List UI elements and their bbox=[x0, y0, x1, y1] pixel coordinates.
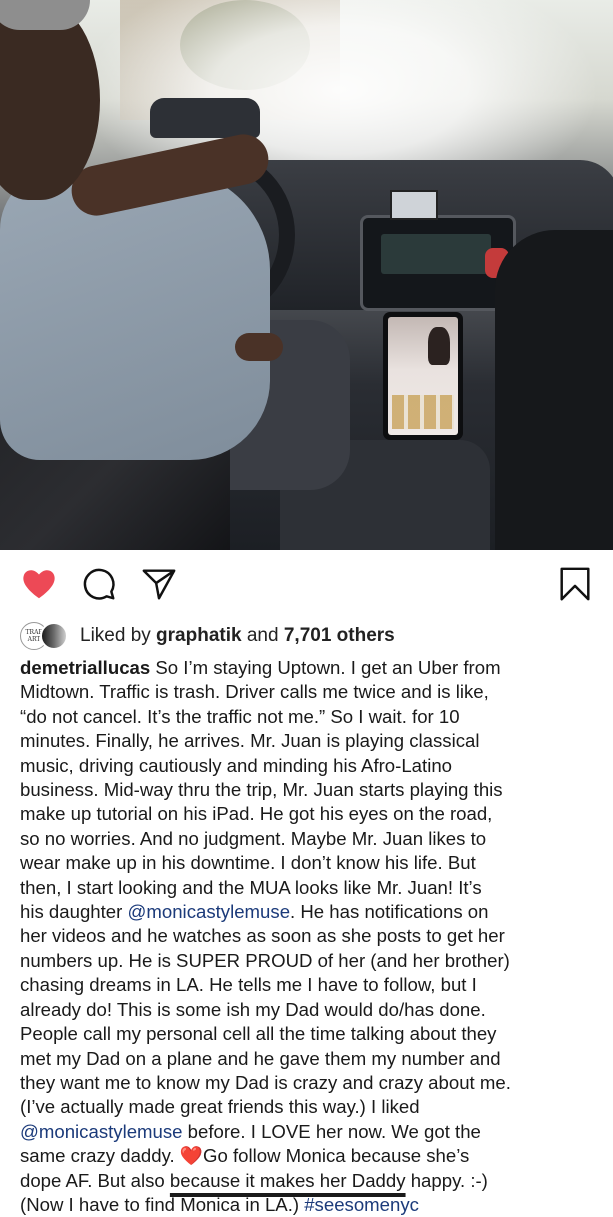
photo-driver-shirt bbox=[0, 170, 270, 460]
caption-line: make up tutorial on his iPad. He got his… bbox=[20, 803, 493, 825]
caption-text: his daughter bbox=[20, 901, 128, 923]
share-icon[interactable] bbox=[140, 565, 178, 603]
heart-icon[interactable] bbox=[20, 565, 58, 603]
caption-text: (Now I have to find bbox=[20, 1193, 181, 1215]
caption-line: numbers up. He is SUPER PROUD of her (an… bbox=[20, 949, 510, 971]
caption-line: chasing dreams in LA. He tells me I have… bbox=[20, 974, 477, 996]
caption-line: demetriallucas So I’m staying Uptown. I … bbox=[20, 656, 600, 680]
caption-line: @monicastylemuse before. I LOVE her now.… bbox=[20, 1120, 600, 1144]
underlined-text: because it makes her Daddy bbox=[169, 1169, 406, 1191]
caption-line: her videos and he watches as soon as she… bbox=[20, 925, 505, 947]
bookmark-icon[interactable] bbox=[556, 565, 594, 603]
hashtag-link[interactable]: #seesomenyc bbox=[304, 1194, 419, 1215]
post-caption: demetriallucas So I’m staying Uptown. I … bbox=[20, 656, 600, 1217]
likes-prefix: Liked by bbox=[80, 625, 157, 646]
action-bar bbox=[0, 555, 613, 615]
photo-driver-hand bbox=[235, 333, 283, 361]
likes-count[interactable]: 7,701 others bbox=[284, 625, 395, 646]
likes-row[interactable]: TRAP ART Liked by graphatik and 7,701 ot… bbox=[20, 620, 600, 652]
caption-line: minutes. Finally, he arrives. Mr. Juan i… bbox=[20, 730, 480, 752]
caption-username[interactable]: demetriallucas bbox=[20, 657, 150, 678]
caption-text: . He has notifications on bbox=[290, 901, 489, 923]
caption-text: happy. :-) bbox=[405, 1169, 488, 1191]
caption-line: (Now I have to find Monica in LA.) #sees… bbox=[20, 1193, 600, 1217]
photo-car-ahead bbox=[150, 98, 260, 138]
caption-line: dope AF. But also because it makes her D… bbox=[20, 1169, 600, 1193]
caption-line: so no worries. And no judgment. Maybe Mr… bbox=[20, 827, 487, 849]
mention-link[interactable]: @monicastylemuse bbox=[20, 1121, 183, 1142]
caption-line: business. Mid-way thru the trip, Mr. Jua… bbox=[20, 779, 503, 801]
caption-line: (I’ve actually made great friends this w… bbox=[20, 1096, 420, 1118]
caption-line: his daughter @monicastylemuse. He has no… bbox=[20, 900, 600, 924]
caption-line: same crazy daddy. ❤️Go follow Monica bec… bbox=[20, 1144, 600, 1168]
caption-line: music, driving cautiously and minding hi… bbox=[20, 754, 453, 776]
caption-text: dope AF. But also bbox=[20, 1169, 170, 1191]
photo-dash-phone bbox=[390, 190, 438, 220]
caption-text: So I’m staying Uptown. I get an Uber fro… bbox=[150, 657, 501, 678]
caption-text: before. I LOVE her now. We got the bbox=[182, 1120, 481, 1142]
avatar[interactable] bbox=[40, 622, 68, 650]
post-photo[interactable] bbox=[0, 0, 613, 550]
caption-line: wear make up in his downtime. I don’t kn… bbox=[20, 852, 476, 874]
caption-line: they want me to know my Dad is crazy and… bbox=[20, 1071, 511, 1093]
caption-line: Midtown. Traffic is trash. Driver calls … bbox=[20, 681, 489, 703]
caption-line: then, I start looking and the MUA looks … bbox=[20, 876, 482, 898]
heart-emoji: ❤️ bbox=[179, 1145, 203, 1167]
caption-text: same crazy daddy. bbox=[20, 1145, 180, 1167]
underlined-text: Monica in LA. bbox=[180, 1193, 293, 1215]
mention-link[interactable]: @monicastylemuse bbox=[128, 901, 291, 922]
comment-icon[interactable] bbox=[80, 565, 118, 603]
photo-right-seat bbox=[495, 230, 613, 550]
caption-line: already do! This is some ish my Dad woul… bbox=[20, 998, 486, 1020]
likes-text: Liked by graphatik and 7,701 others bbox=[80, 625, 395, 647]
caption-text: ) bbox=[292, 1193, 305, 1215]
caption-line: People call my personal cell all the tim… bbox=[20, 1023, 497, 1045]
caption-line: met my Dad on a plane and he gave them m… bbox=[20, 1047, 501, 1069]
liker-username[interactable]: graphatik bbox=[156, 625, 242, 646]
caption-text: Go follow Monica because she’s bbox=[203, 1145, 470, 1167]
liker-avatars[interactable]: TRAP ART bbox=[20, 622, 72, 650]
photo-ipad bbox=[383, 312, 463, 440]
likes-middle: and bbox=[241, 625, 284, 646]
caption-line: “do not cancel. It’s the traffic not me.… bbox=[20, 705, 460, 727]
